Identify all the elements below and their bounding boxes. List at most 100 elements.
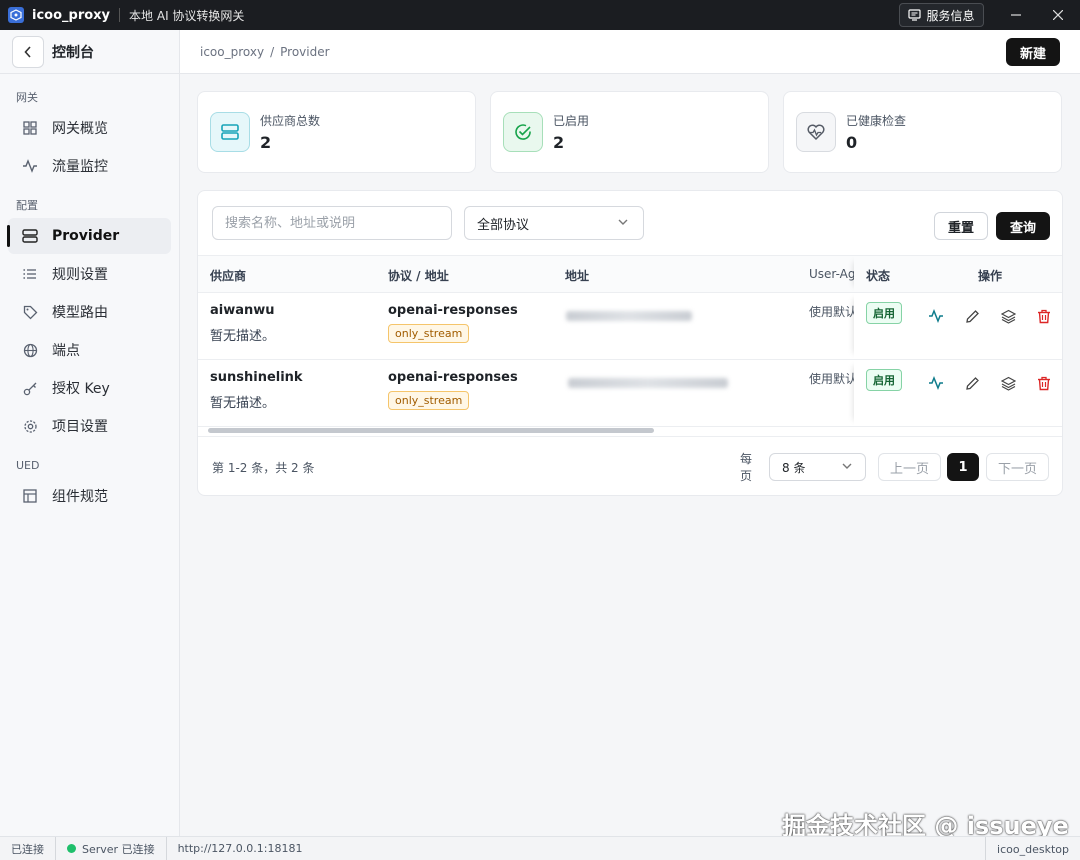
column-header: User-Ag <box>809 267 856 281</box>
sidebar-item-component-spec[interactable]: 组件规范 <box>8 478 171 514</box>
search-input[interactable] <box>212 206 452 240</box>
delete-icon[interactable] <box>1035 374 1053 392</box>
delete-icon[interactable] <box>1035 307 1053 325</box>
app-id-label: icoo_desktop <box>997 842 1069 856</box>
per-page-label: 每页 <box>740 452 753 483</box>
sidebar-item-label: Provider <box>52 228 120 244</box>
table-row[interactable]: aiwanwu 暂无描述。 openai-responses only_stre… <box>198 293 1062 360</box>
server-icon <box>22 228 38 244</box>
provider-desc: 暂无描述。 <box>210 396 276 411</box>
per-page-select[interactable]: 8 条 <box>769 453 866 481</box>
stat-label: 已启用 <box>553 114 590 128</box>
sidebar-item-label: 网关概览 <box>52 121 108 137</box>
stat-card-enabled: 已启用 2 <box>490 91 769 173</box>
sidebar: 控制台 网关 网关概览 流量监控 配置 Provider 规则设置 模型路由 端… <box>0 30 180 836</box>
address-redacted <box>566 311 692 321</box>
status-bar: 已连接 Server 已连接 http://127.0.0.1:18181 ic… <box>0 836 1080 860</box>
table-header: 供应商 协议 / 地址 地址 User-Ag 状态 操作 <box>198 255 1062 293</box>
stat-label: 供应商总数 <box>260 114 321 128</box>
minimize-button[interactable] <box>998 0 1034 30</box>
sidebar-item-rules[interactable]: 规则设置 <box>8 256 171 292</box>
status-dot-icon <box>67 844 76 853</box>
stat-card-health-checked: 已健康检查 0 <box>783 91 1062 173</box>
key-icon <box>22 380 38 396</box>
sidebar-item-label: 模型路由 <box>52 305 108 321</box>
chevron-down-icon <box>842 463 852 469</box>
user-agent-value: 使用默认 <box>809 305 858 319</box>
page-number-button[interactable]: 1 <box>947 453 979 481</box>
layout-icon <box>22 488 38 504</box>
title-divider <box>119 8 121 22</box>
app-id: icoo_desktop <box>985 837 1080 860</box>
layers-icon[interactable] <box>999 307 1017 325</box>
breadcrumb-root[interactable]: icoo_proxy <box>200 45 264 59</box>
edit-icon[interactable] <box>963 374 981 392</box>
protocol-name: openai-responses <box>388 370 518 385</box>
protocol-select[interactable]: 全部协议 <box>464 206 644 240</box>
stat-value: 0 <box>846 133 858 152</box>
sidebar-item-provider[interactable]: Provider <box>7 218 171 254</box>
service-info-button[interactable]: 服务信息 <box>899 3 984 27</box>
chevron-down-icon <box>618 219 628 225</box>
column-header: 状态 <box>866 269 891 283</box>
server-url: http://127.0.0.1:18181 <box>167 837 314 860</box>
sidebar-item-gateway-overview[interactable]: 网关概览 <box>8 110 171 146</box>
edit-icon[interactable] <box>963 307 981 325</box>
sidebar-item-label: 组件规范 <box>52 489 108 505</box>
query-button[interactable]: 查询 <box>996 212 1050 240</box>
stat-label: 已健康检查 <box>846 114 907 128</box>
sidebar-item-traffic-monitor[interactable]: 流量监控 <box>8 148 171 184</box>
provider-name: aiwanwu <box>210 303 275 318</box>
server-status-label: Server 已连接 <box>82 842 155 856</box>
sidebar-title: 控制台 <box>52 44 94 61</box>
sidebar-item-label: 授权 Key <box>52 381 110 397</box>
sidebar-item-endpoints[interactable]: 端点 <box>8 332 171 368</box>
server-url-label: http://127.0.0.1:18181 <box>177 842 303 855</box>
fixed-header-columns: 状态 操作 <box>854 256 1062 292</box>
protocol-select-value: 全部协议 <box>477 217 530 233</box>
breadcrumb-separator: / <box>270 44 275 59</box>
sidebar-item-auth-key[interactable]: 授权 Key <box>8 370 171 406</box>
heart-pulse-icon <box>796 112 836 152</box>
list-icon <box>22 266 38 282</box>
close-button[interactable] <box>1040 0 1076 30</box>
prev-page-button[interactable]: 上一页 <box>878 453 941 481</box>
sidebar-item-label: 项目设置 <box>52 419 108 435</box>
fixed-row-columns: 启用 <box>854 293 1062 359</box>
sidebar-section-gateway: 网关 <box>16 91 38 104</box>
horizontal-scrollbar[interactable] <box>208 428 654 433</box>
sidebar-item-project-settings[interactable]: 项目设置 <box>8 408 171 444</box>
layers-icon[interactable] <box>999 374 1017 392</box>
stream-tag: only_stream <box>388 324 470 343</box>
service-info-label: 服务信息 <box>926 8 975 23</box>
address-redacted <box>568 378 728 388</box>
sidebar-item-label: 端点 <box>52 343 80 359</box>
breadcrumb-current: Provider <box>280 44 330 59</box>
per-page-value: 8 条 <box>782 460 806 475</box>
app-name: icoo_proxy <box>32 7 111 23</box>
column-header: 协议 / 地址 <box>388 269 449 283</box>
new-button[interactable]: 新建 <box>1006 38 1060 66</box>
column-header: 地址 <box>565 269 590 283</box>
gear-icon <box>22 418 38 434</box>
protocol-name: openai-responses <box>388 303 518 318</box>
back-button[interactable] <box>12 35 44 68</box>
health-check-icon[interactable] <box>927 374 945 392</box>
provider-desc: 暂无描述。 <box>210 329 276 344</box>
provider-name: sunshinelink <box>210 370 303 385</box>
title-bar: icoo_proxy 本地 AI 协议转换网关 服务信息 <box>0 0 1080 30</box>
fixed-row-columns: 启用 <box>854 360 1062 426</box>
sidebar-header: 控制台 <box>0 30 179 74</box>
stat-value: 2 <box>260 133 272 152</box>
table-row[interactable]: sunshinelink 暂无描述。 openai-responses only… <box>198 360 1062 427</box>
globe-icon <box>22 342 38 358</box>
pagination-total: 第 1-2 条，共 2 条 <box>212 461 315 475</box>
page-header: icoo_proxy / Provider 新建 <box>180 30 1080 74</box>
next-page-button[interactable]: 下一页 <box>986 453 1049 481</box>
reset-button[interactable]: 重置 <box>934 212 988 240</box>
stat-card-total-providers: 供应商总数 2 <box>197 91 476 173</box>
provider-panel: 全部协议 重置 查询 供应商 协议 / 地址 地址 User-Ag 状态 操作 … <box>197 190 1063 496</box>
health-check-icon[interactable] <box>927 307 945 325</box>
column-header: 操作 <box>978 269 1003 283</box>
sidebar-item-model-routing[interactable]: 模型路由 <box>8 294 171 330</box>
